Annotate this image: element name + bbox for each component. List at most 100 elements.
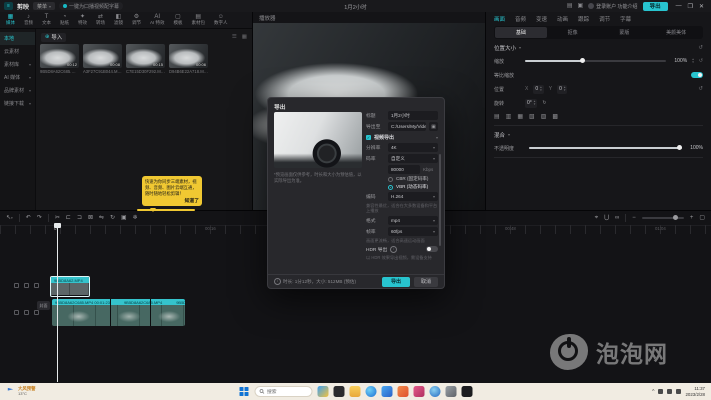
overlay-clip[interactable]: 9B5D8A62.MP4 [50,276,90,297]
start-button[interactable] [239,387,249,397]
position-y-input[interactable]: 0▴▾ [557,85,567,94]
app-icon[interactable] [397,386,408,397]
media-nav-library[interactable]: 素材库▾ [0,58,35,71]
minimize-button[interactable]: — [676,3,682,10]
redo-icon[interactable]: ↷ [37,215,42,221]
title-input[interactable]: 1月2小时 [388,111,438,120]
tab-transitions[interactable]: ⇄转场 [96,14,105,26]
maximize-button[interactable]: ❐ [688,3,693,10]
settings-icon[interactable] [445,386,456,397]
tab-digital-human[interactable]: ☺数字人 [214,14,228,26]
zoom-in-icon[interactable]: + [690,215,694,221]
opacity-value[interactable]: 100% [687,145,703,151]
folder-browse-button[interactable]: ▣ [429,122,438,131]
tray-expand-icon[interactable]: ^ [652,389,654,395]
position-size-section[interactable]: 位置大小 [494,44,516,52]
network-icon[interactable] [658,389,663,394]
trim-right-icon[interactable]: ⊐ [77,215,82,221]
inspector-tab-animation[interactable]: 动画 [557,15,568,23]
tip-dismiss-button[interactable]: 知道了 [145,197,199,204]
inspector-tab-adjust[interactable]: 调节 [599,15,610,23]
tab-text[interactable]: T文本 [42,14,51,26]
trim-left-icon[interactable]: ⊏ [66,215,71,221]
account-login[interactable]: 登录账户 功能介绍 [588,3,637,10]
scale-value[interactable]: 100% [671,58,687,64]
reset-icon[interactable]: ↺ [698,45,703,51]
subtab-basic[interactable]: 基础 [495,27,547,38]
inspector-tab-speed[interactable]: 变速 [536,15,547,23]
align-right-icon[interactable]: ▦ [517,113,523,120]
media-thumbnail[interactable]: 00:06 D94B6E22A718.MP4 [169,44,208,74]
media-nav-link-download[interactable]: 链接下载▾ [0,97,35,110]
cloud-sync-icon[interactable]: ▣ [578,3,584,9]
rotate-input[interactable]: 0°▴▾ [525,99,537,108]
tab-audio[interactable]: ♪音频 [24,14,33,26]
uniform-scale-toggle[interactable] [691,72,703,78]
split-icon[interactable]: ✂ [55,215,60,221]
promo-banner[interactable]: 一键为口播视频配字幕 [59,2,123,10]
track-mute-icon[interactable] [14,283,19,288]
sort-icon[interactable]: ☰ [232,34,237,40]
align-center-v-icon[interactable]: ▨ [541,113,547,120]
preview-axis-icon[interactable]: ⌖ [595,215,598,221]
hdr-toggle[interactable] [426,246,438,252]
tab-adjust[interactable]: ⚙调节 [132,14,141,26]
volume-icon[interactable] [667,389,672,394]
bitrate-value-input[interactable]: 80000 [388,165,420,174]
blend-section[interactable]: 混合 [494,131,505,139]
track-lock-icon[interactable] [34,310,39,315]
weather-widget[interactable]: 大风预警 13°C [6,387,36,396]
media-nav-ai-media[interactable]: AI 媒体▾ [0,71,35,84]
grid-view-icon[interactable]: ▦ [242,34,247,40]
mirror-icon[interactable]: ⇋ [99,215,104,221]
file-explorer-icon[interactable] [349,386,360,397]
task-view-icon[interactable] [333,386,344,397]
track-hide-icon[interactable] [24,310,29,315]
dialog-scrollbar[interactable] [439,154,441,246]
delete-icon[interactable]: ⊠ [88,215,93,221]
inspector-tab-video[interactable]: 画面 [494,15,505,23]
media-nav-cloud[interactable]: 云素材 [0,45,35,58]
export-button-top[interactable]: 导出 [643,2,668,11]
rotate-icon[interactable]: ↻ [110,215,115,221]
freeze-frame-icon[interactable]: ❄ [133,215,138,221]
tab-media[interactable]: ▦媒体 [6,14,15,26]
tab-effects[interactable]: ✦特效 [78,14,87,26]
scale-stepper[interactable]: ▴▾ [692,58,694,63]
rotate-icon[interactable]: ↻ [542,100,546,106]
track-mute-icon[interactable] [14,310,19,315]
widgets-icon[interactable] [317,386,328,397]
import-button[interactable]: ⊕ 导入 [41,33,66,42]
align-left-icon[interactable]: ▤ [494,113,500,120]
vbr-radio-row[interactable]: VBR (动态码率) [366,184,438,190]
subtab-beauty[interactable]: 美颜美体 [650,27,702,38]
subtab-cutout[interactable]: 抠像 [547,27,599,38]
capcut-app-icon[interactable] [461,386,472,397]
media-thumbnail[interactable]: 00:12 9B5D8A62C685.MP4 [40,44,79,74]
track-hide-icon[interactable] [24,283,29,288]
media-thumbnail[interactable]: 00:15 C7E15D30F292.MP4 [126,44,165,74]
taskbar-clock[interactable]: 11:37 2023/2/28 [685,386,705,396]
layout-icon[interactable]: ▤ [567,3,573,9]
battery-icon[interactable] [676,389,681,394]
subtab-mask[interactable]: 蒙版 [599,27,651,38]
playhead[interactable] [57,224,58,382]
link-icon[interactable]: ∞ [615,215,619,221]
media-nav-local[interactable]: 本地 [0,32,35,45]
fit-timeline-icon[interactable]: ▢ [699,215,705,221]
cbr-radio-row[interactable]: CBR (固定码率) [366,176,438,182]
tab-templates[interactable]: ▢模板 [174,14,183,26]
playhead-handle[interactable] [54,223,61,228]
menu-button[interactable]: 菜单▾ [33,2,55,10]
undo-icon[interactable]: ↶ [26,215,31,221]
app-icon[interactable] [413,386,424,397]
video-export-checkbox[interactable]: ✓ [366,135,371,140]
framerate-dropdown[interactable]: 60fps▾ [388,227,438,236]
select-tool[interactable]: ↖▾ [6,215,13,221]
align-top-icon[interactable]: ▧ [529,113,535,120]
media-nav-brand[interactable]: 品牌素材▾ [0,84,35,97]
magnet-icon[interactable]: ⋃ [604,215,609,221]
reset-icon[interactable]: ↺ [699,58,703,64]
tab-filters[interactable]: ◧滤镜 [114,14,123,26]
resolution-dropdown[interactable]: 4K▾ [388,143,438,152]
